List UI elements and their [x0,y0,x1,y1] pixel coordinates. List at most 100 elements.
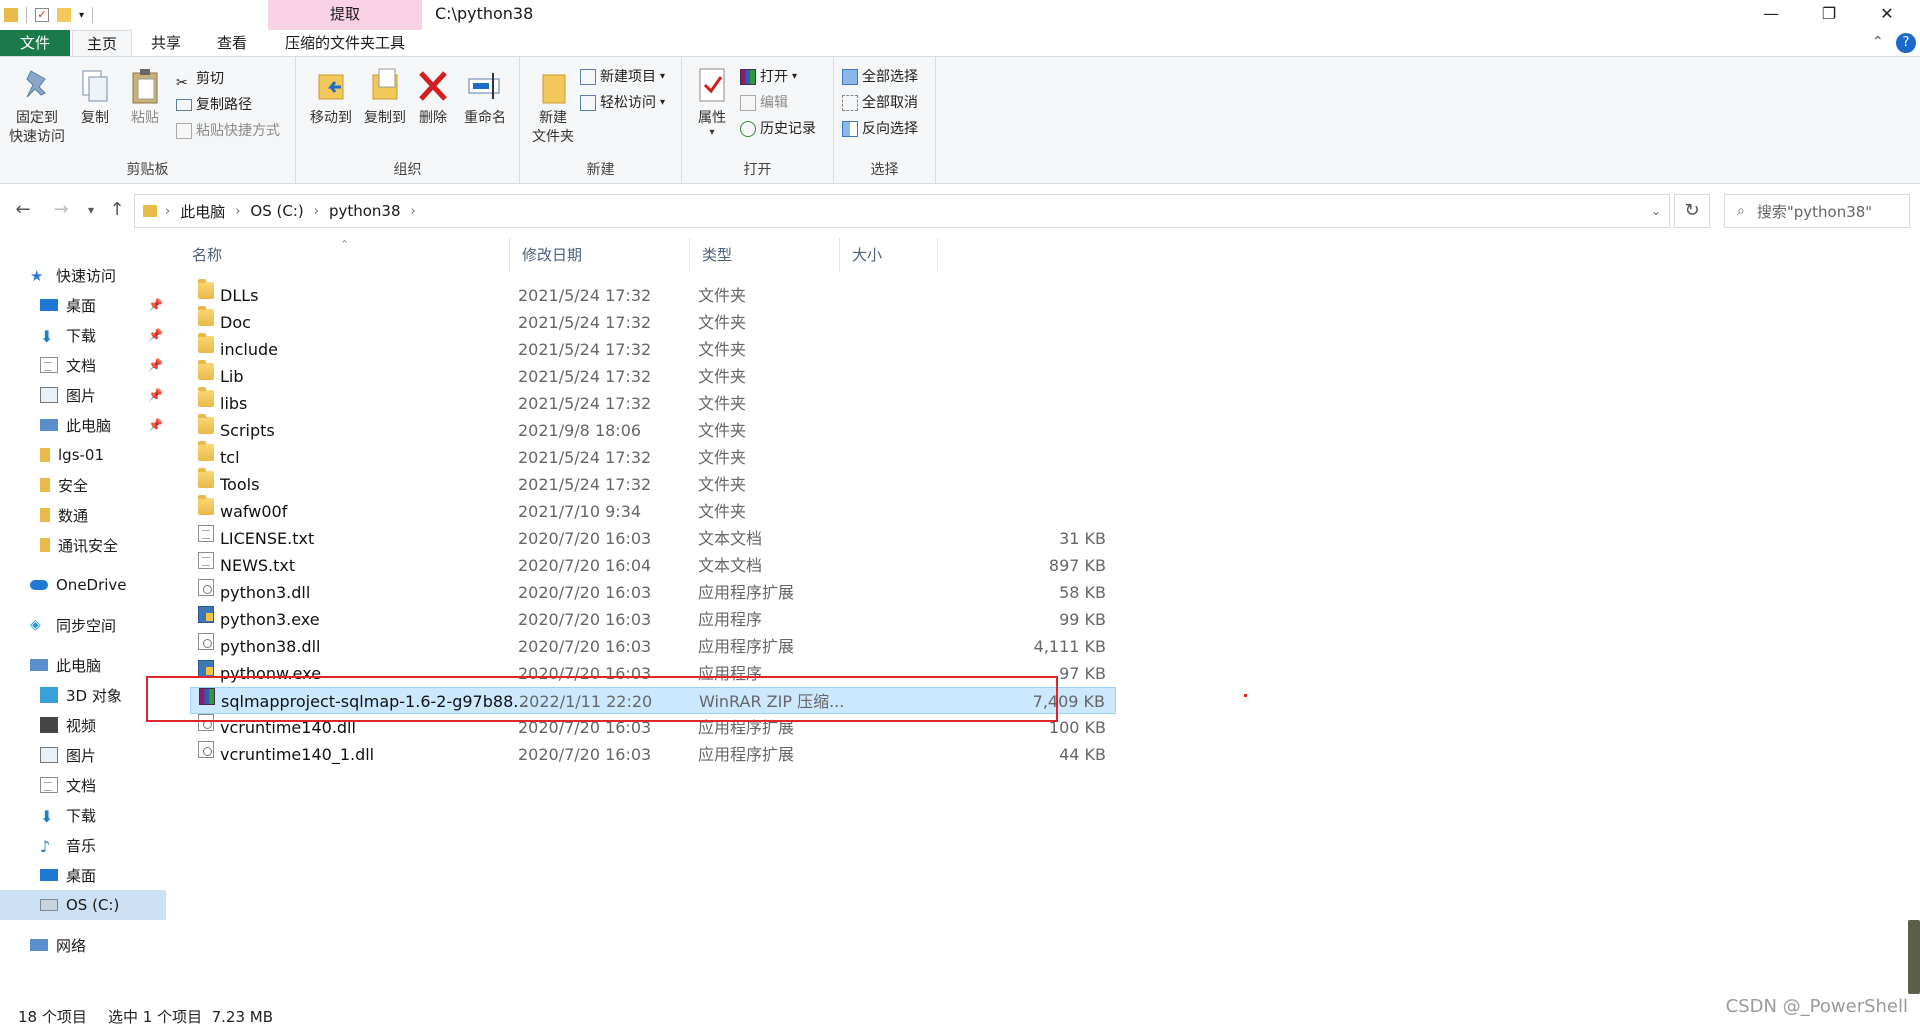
history-button[interactable]: 历史记录 [740,117,816,141]
file-row[interactable]: Scripts2021/9/8 18:06文件夹 [190,417,1116,444]
file-row[interactable]: wafw00f2021/7/10 9:34文件夹 [190,498,1116,525]
file-row[interactable]: Lib2021/5/24 17:32文件夹 [190,363,1116,390]
select-none-button[interactable]: 全部取消 [842,91,918,115]
easy-access-button[interactable]: 轻松访问 ▾ [580,91,665,115]
file-row[interactable]: python3.exe2020/7/20 16:03应用程序99 KB [190,606,1116,633]
sort-ascending-icon: ⌃ [340,228,349,262]
nav-downloads[interactable]: ⬇ 下载 [0,800,166,830]
file-row[interactable]: Tools2021/5/24 17:32文件夹 [190,471,1116,498]
open-group-label: 打开 [682,159,833,179]
file-row[interactable]: Doc2021/5/24 17:32文件夹 [190,309,1116,336]
maximize-button[interactable]: ❐ [1800,0,1858,30]
rename-button[interactable]: 重命名 [456,65,514,128]
tab-compressed-tools[interactable]: 压缩的文件夹工具 [268,30,422,56]
nav-item-comm-security[interactable]: 通讯安全 [0,530,166,560]
nav-item-security[interactable]: 安全 [0,470,166,500]
tab-home[interactable]: 主页 [72,30,132,56]
nav-os-c-drive[interactable]: OS (C:) [0,890,166,920]
nav-music[interactable]: ♪ 音乐 [0,830,166,860]
delete-x-icon [415,65,451,105]
file-row[interactable]: python38.dll2020/7/20 16:03应用程序扩展4,111 K… [190,633,1116,660]
copy-path-button[interactable]: 复制路径 [176,93,252,117]
nav-network[interactable]: 网络 [0,930,166,960]
nav-item-documents[interactable]: 文档 📌 [0,350,166,380]
pin-quick-access-button[interactable]: 固定到 快速访问 [8,65,66,147]
search-input[interactable]: ⌕ 搜索"python38" [1724,194,1910,228]
nav-item-downloads[interactable]: ⬇ 下载 📌 [0,320,166,350]
nav-this-pc[interactable]: 此电脑 [0,650,166,680]
nav-item-lgs-01[interactable]: lgs-01 [0,440,166,470]
nav-item-desktop[interactable]: 桌面 📌 [0,290,166,320]
ribbon-collapse-icon[interactable]: ⌃ [1872,34,1884,50]
column-header-name[interactable]: 名称 ⌃ [180,238,510,272]
new-folder-icon[interactable] [57,8,71,22]
cut-button[interactable]: ✂ 剪切 [176,67,224,91]
file-row[interactable]: tcl2021/5/24 17:32文件夹 [190,444,1116,471]
pin-icon [19,65,55,105]
nav-item-pictures[interactable]: 图片 📌 [0,380,166,410]
move-to-button[interactable]: 移动到 [302,65,360,128]
paste-button[interactable]: 粘贴 [116,65,174,128]
nav-label: 网络 [56,935,86,956]
help-icon[interactable]: ? [1896,33,1916,53]
copy-path-label: 复制路径 [196,93,252,117]
file-type: 文件夹 [698,336,746,363]
file-row[interactable]: vcruntime140_1.dll2020/7/20 16:03应用程序扩展4… [190,741,1116,768]
nav-desktop[interactable]: 桌面 [0,860,166,890]
file-row[interactable]: python3.dll2020/7/20 16:03应用程序扩展58 KB [190,579,1116,606]
open-button[interactable]: 打开 ▾ [740,65,797,89]
nav-label: 此电脑 [66,415,111,436]
select-all-button[interactable]: 全部选择 [842,65,918,89]
close-button[interactable]: ✕ [1858,0,1916,30]
nav-onedrive[interactable]: OneDrive [0,570,166,600]
side-widget[interactable] [1908,920,1920,994]
breadcrumb-os-c[interactable]: OS (C:) [242,202,311,220]
tab-file[interactable]: 文件 [0,30,70,56]
exe-file-icon [198,660,214,677]
up-arrow-icon[interactable]: ↑ [102,195,132,225]
breadcrumb-this-pc[interactable]: 此电脑 [172,201,233,222]
nav-label: 桌面 [66,295,96,316]
edit-button[interactable]: 编辑 [740,91,788,115]
nav-item-datacom[interactable]: 数通 [0,500,166,530]
nav-sync-space[interactable]: ◈ 同步空间 [0,610,166,640]
nav-documents[interactable]: 文档 [0,770,166,800]
breadcrumb-python38[interactable]: python38 [321,202,409,220]
network-icon [30,939,48,951]
properties-check-icon[interactable]: ✓ [35,8,49,22]
back-arrow-icon[interactable]: ← [8,195,38,225]
file-size: 99 KB [1059,606,1106,633]
minimize-button[interactable]: — [1742,0,1800,30]
new-folder-button[interactable]: 新建 文件夹 [524,65,582,147]
file-row[interactable]: NEWS.txt2020/7/20 16:04文本文档897 KB [190,552,1116,579]
file-row[interactable]: DLLs2021/5/24 17:32文件夹 [190,282,1116,309]
dll-file-icon [198,741,214,758]
properties-button[interactable]: 属性 ▾ [686,65,738,138]
new-item-button[interactable]: 新建项目 ▾ [580,65,665,89]
qat-dropdown-icon[interactable]: ▾ [79,10,84,21]
column-header-type[interactable]: 类型 [690,238,840,272]
nav-pictures[interactable]: 图片 [0,740,166,770]
nav-3d-objects[interactable]: 3D 对象 [0,680,166,710]
invert-selection-label: 反向选择 [862,117,918,141]
nav-quick-access[interactable]: ★ 快速访问 [0,260,166,290]
tab-share[interactable]: 共享 [136,30,196,56]
address-dropdown-icon[interactable]: ⌄ [1651,204,1661,218]
column-header-date[interactable]: 修改日期 [510,238,690,272]
file-row[interactable]: include2021/5/24 17:32文件夹 [190,336,1116,363]
tab-view[interactable]: 查看 [202,30,262,56]
file-row[interactable]: libs2021/5/24 17:32文件夹 [190,390,1116,417]
delete-button[interactable]: 删除 [410,65,456,128]
forward-arrow-icon[interactable]: → [46,195,76,225]
nav-item-this-pc-pinned[interactable]: 此电脑 📌 [0,410,166,440]
copy-to-button[interactable]: 复制到 [356,65,414,128]
file-row[interactable]: LICENSE.txt2020/7/20 16:03文本文档31 KB [190,525,1116,552]
dll-file-icon [198,579,214,596]
column-header-size[interactable]: 大小 [840,238,938,272]
address-bar[interactable]: › 此电脑 › OS (C:) › python38 › ⌄ [134,194,1670,228]
refresh-icon[interactable]: ↻ [1674,194,1710,228]
invert-selection-button[interactable]: 反向选择 [842,117,918,141]
paste-shortcut-button[interactable]: 粘贴快捷方式 [176,119,280,143]
extract-context-tab[interactable]: 提取 [268,0,422,30]
nav-videos[interactable]: 视频 [0,710,166,740]
